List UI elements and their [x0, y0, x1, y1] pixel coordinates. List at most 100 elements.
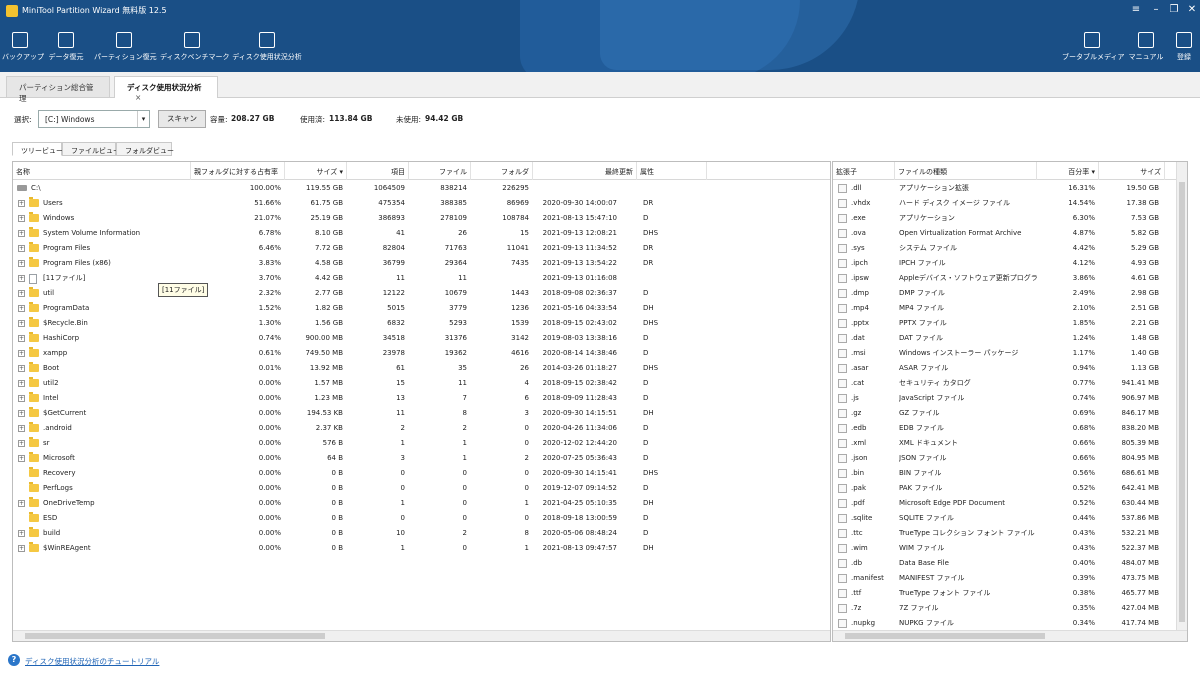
- table-row[interactable]: + Program Files (x86) 3.83% 4.58 GB 36799 293…: [13, 256, 830, 271]
- extension-row[interactable]: .gz GZ ファイル 0.69% 846.17 MB: [833, 406, 1178, 421]
- drive-dropdown[interactable]: [C:] Windows ▾: [38, 110, 150, 128]
- expand-toggle-icon[interactable]: +: [18, 215, 25, 222]
- table-row[interactable]: + Microsoft 0.00% 64 B 3 1 2 2020-07-25 05:36:4…: [13, 451, 830, 466]
- disk-benchmark-button[interactable]: ディスクベンチマーク: [160, 32, 230, 62]
- bootable-media-button[interactable]: ブータブルメディア: [1062, 32, 1125, 62]
- extension-row[interactable]: .sqlite SQLITE ファイル 0.44% 537.86 MB: [833, 511, 1178, 526]
- scan-button[interactable]: スキャン: [158, 110, 206, 128]
- expand-toggle-icon[interactable]: +: [18, 440, 25, 447]
- expand-toggle-icon[interactable]: +: [18, 545, 25, 552]
- tab-close-icon[interactable]: ×: [135, 93, 141, 102]
- extension-row[interactable]: .vhdx ハード ディスク イメージ ファイル 14.54% 17.38 GB: [833, 196, 1178, 211]
- tab-folder-view[interactable]: フォルダビュー: [116, 142, 174, 156]
- expand-toggle-icon[interactable]: +: [18, 260, 25, 267]
- tutorial-link[interactable]: ディスク使用状況分析のチュートリアル: [25, 656, 159, 667]
- table-row[interactable]: + [11ファイル] 3.70% 4.42 GB 11 11 2021-09-13 01:1…: [13, 271, 830, 286]
- extension-row[interactable]: .exe アプリケーション 6.30% 7.53 GB: [833, 211, 1178, 226]
- table-row[interactable]: + sr 0.00% 576 B 1 1 0 2020-12-02 12:44:20 D: [13, 436, 830, 451]
- tab-space-analyzer[interactable]: ディスク使用状況分析×: [114, 76, 218, 102]
- col-pct-header[interactable]: 百分率 ▾: [1037, 162, 1099, 180]
- table-row[interactable]: + Boot 0.01% 13.92 MB 61 35 26 2014-03-26 01:18…: [13, 361, 830, 376]
- extension-row[interactable]: .bin BIN ファイル 0.56% 686.61 MB: [833, 466, 1178, 481]
- expand-toggle-icon[interactable]: +: [18, 425, 25, 432]
- extension-row[interactable]: .ttc TrueType コレクション フォント ファイル 0.43% 532.21…: [833, 526, 1178, 541]
- minimize-icon[interactable]: –: [1148, 4, 1164, 15]
- extension-row[interactable]: .manifest MANIFEST ファイル 0.39% 473.75 MB: [833, 571, 1178, 586]
- table-row[interactable]: + OneDriveTemp 0.00% 0 B 1 0 1 2021-04-25 05:10…: [13, 496, 830, 511]
- close-icon[interactable]: ✕: [1184, 4, 1200, 15]
- tab-file-view[interactable]: ファイルビュー: [62, 142, 120, 156]
- extension-row[interactable]: .js JavaScript ファイル 0.74% 906.97 MB: [833, 391, 1178, 406]
- col-items-header[interactable]: 項目: [347, 162, 409, 180]
- col-percent-header[interactable]: 親フォルダに対する占有率: [191, 162, 285, 180]
- table-row[interactable]: + xampp 0.61% 749.50 MB 23978 19362 4616 2020-0…: [13, 346, 830, 361]
- extension-row[interactable]: .asar ASAR ファイル 0.94% 1.13 GB: [833, 361, 1178, 376]
- expand-toggle-icon[interactable]: +: [18, 365, 25, 372]
- extension-row[interactable]: .db Data Base File 0.40% 484.07 MB: [833, 556, 1178, 571]
- extension-row[interactable]: .dat DAT ファイル 1.24% 1.48 GB: [833, 331, 1178, 346]
- restore-icon[interactable]: ❐: [1166, 4, 1182, 15]
- partition-recovery-button[interactable]: パーティション復元: [94, 32, 157, 62]
- col-ext-size-header[interactable]: サイズ: [1099, 162, 1165, 180]
- extension-row[interactable]: .dll アプリケーション拡張 16.31% 19.50 GB: [833, 181, 1178, 196]
- help-icon[interactable]: ?: [8, 654, 20, 666]
- extension-row[interactable]: .pdf Microsoft Edge PDF Document 0.52% 630.…: [833, 496, 1178, 511]
- col-name-header[interactable]: 名称: [13, 162, 191, 180]
- extension-row[interactable]: .cat セキュリティ カタログ 0.77% 941.41 MB: [833, 376, 1178, 391]
- expand-toggle-icon[interactable]: +: [18, 455, 25, 462]
- table-row[interactable]: ESD 0.00% 0 B 0 0 0 2018-09-18 13:00:59 D: [13, 511, 830, 526]
- register-button[interactable]: 登録: [1170, 32, 1198, 62]
- expand-toggle-icon[interactable]: +: [18, 230, 25, 237]
- data-recovery-button[interactable]: データ復元: [44, 32, 88, 62]
- expand-toggle-icon[interactable]: +: [18, 275, 25, 282]
- extension-row[interactable]: .ipsw Appleデバイス・ソフトウェア更新プログラム 3.86% 4.61 GB: [833, 271, 1178, 286]
- extension-row[interactable]: .edb EDB ファイル 0.68% 838.20 MB: [833, 421, 1178, 436]
- table-row[interactable]: Recovery 0.00% 0 B 0 0 0 2020-09-30 14:15:41 DH…: [13, 466, 830, 481]
- expand-toggle-icon[interactable]: +: [18, 290, 25, 297]
- settings-menu-icon[interactable]: ≡: [1128, 4, 1144, 15]
- table-row[interactable]: + build 0.00% 0 B 10 2 8 2020-05-06 08:48:24 D: [13, 526, 830, 541]
- expand-toggle-icon[interactable]: +: [18, 200, 25, 207]
- extension-row[interactable]: .ttf TrueType フォント ファイル 0.38% 465.77 MB: [833, 586, 1178, 601]
- expand-toggle-icon[interactable]: +: [18, 305, 25, 312]
- table-row[interactable]: + Windows 21.07% 25.19 GB 386893 278109 108784…: [13, 211, 830, 226]
- expand-toggle-icon[interactable]: +: [18, 380, 25, 387]
- vertical-scrollbar[interactable]: [1176, 162, 1187, 641]
- table-row[interactable]: + ProgramData 1.52% 1.82 GB 5015 3779 1236 2021…: [13, 301, 830, 316]
- extension-row[interactable]: .wim WIM ファイル 0.43% 522.37 MB: [833, 541, 1178, 556]
- space-analyzer-button[interactable]: ディスク使用状況分析: [232, 32, 302, 62]
- extension-row[interactable]: .ova Open Virtualization Format Archive 4.…: [833, 226, 1178, 241]
- horizontal-scrollbar[interactable]: [13, 630, 830, 641]
- extension-row[interactable]: .msi Windows インストーラー パッケージ 1.17% 1.40 GB: [833, 346, 1178, 361]
- table-row[interactable]: + System Volume Information 6.78% 8.10 GB 41…: [13, 226, 830, 241]
- col-type-header[interactable]: ファイルの種類: [895, 162, 1037, 180]
- table-row[interactable]: + .android 0.00% 2.37 KB 2 2 0 2020-04-26 11:34…: [13, 421, 830, 436]
- scroll-thumb[interactable]: [25, 633, 325, 639]
- table-row[interactable]: PerfLogs 0.00% 0 B 0 0 0 2019-12-07 09:14:52 D: [13, 481, 830, 496]
- scroll-thumb[interactable]: [1179, 182, 1185, 622]
- scroll-thumb[interactable]: [845, 633, 1045, 639]
- col-ext-header[interactable]: 拡張子: [833, 162, 895, 180]
- table-row[interactable]: + $WinREAgent 0.00% 0 B 1 0 1 2021-08-13 09:47:…: [13, 541, 830, 556]
- table-row[interactable]: + HashiCorp 0.74% 900.00 MB 34518 31376 3142 20…: [13, 331, 830, 346]
- expand-toggle-icon[interactable]: +: [18, 500, 25, 507]
- expand-toggle-icon[interactable]: +: [18, 320, 25, 327]
- col-size-header[interactable]: サイズ ▾: [285, 162, 347, 180]
- expand-toggle-icon[interactable]: +: [18, 395, 25, 402]
- tab-partition-management[interactable]: パーティション総合管理: [6, 76, 110, 103]
- extension-row[interactable]: .sys システム ファイル 4.42% 5.29 GB: [833, 241, 1178, 256]
- extension-row[interactable]: .xml XML ドキュメント 0.66% 805.39 MB: [833, 436, 1178, 451]
- table-row[interactable]: + util 2.32% 2.77 GB 12122 10679 1443 2018-09-0…: [13, 286, 830, 301]
- table-row[interactable]: + Users 51.66% 61.75 GB 475354 388385 86969 202…: [13, 196, 830, 211]
- extension-row[interactable]: .json JSON ファイル 0.66% 804.95 MB: [833, 451, 1178, 466]
- extension-row[interactable]: .dmp DMP ファイル 2.49% 2.98 GB: [833, 286, 1178, 301]
- table-row[interactable]: + Intel 0.00% 1.23 MB 13 7 6 2018-09-09 11:28:4…: [13, 391, 830, 406]
- manual-button[interactable]: マニュアル: [1128, 32, 1164, 62]
- table-row[interactable]: C:\ 100.00% 119.55 GB 1064509 838214 226295: [13, 181, 830, 196]
- extension-row[interactable]: .pptx PPTX ファイル 1.85% 2.21 GB: [833, 316, 1178, 331]
- expand-toggle-icon[interactable]: +: [18, 245, 25, 252]
- extension-row[interactable]: .pak PAK ファイル 0.52% 642.41 MB: [833, 481, 1178, 496]
- tab-tree-view[interactable]: ツリービュー: [12, 142, 63, 156]
- col-modified-header[interactable]: 最終更新: [533, 162, 637, 180]
- expand-toggle-icon[interactable]: +: [18, 350, 25, 357]
